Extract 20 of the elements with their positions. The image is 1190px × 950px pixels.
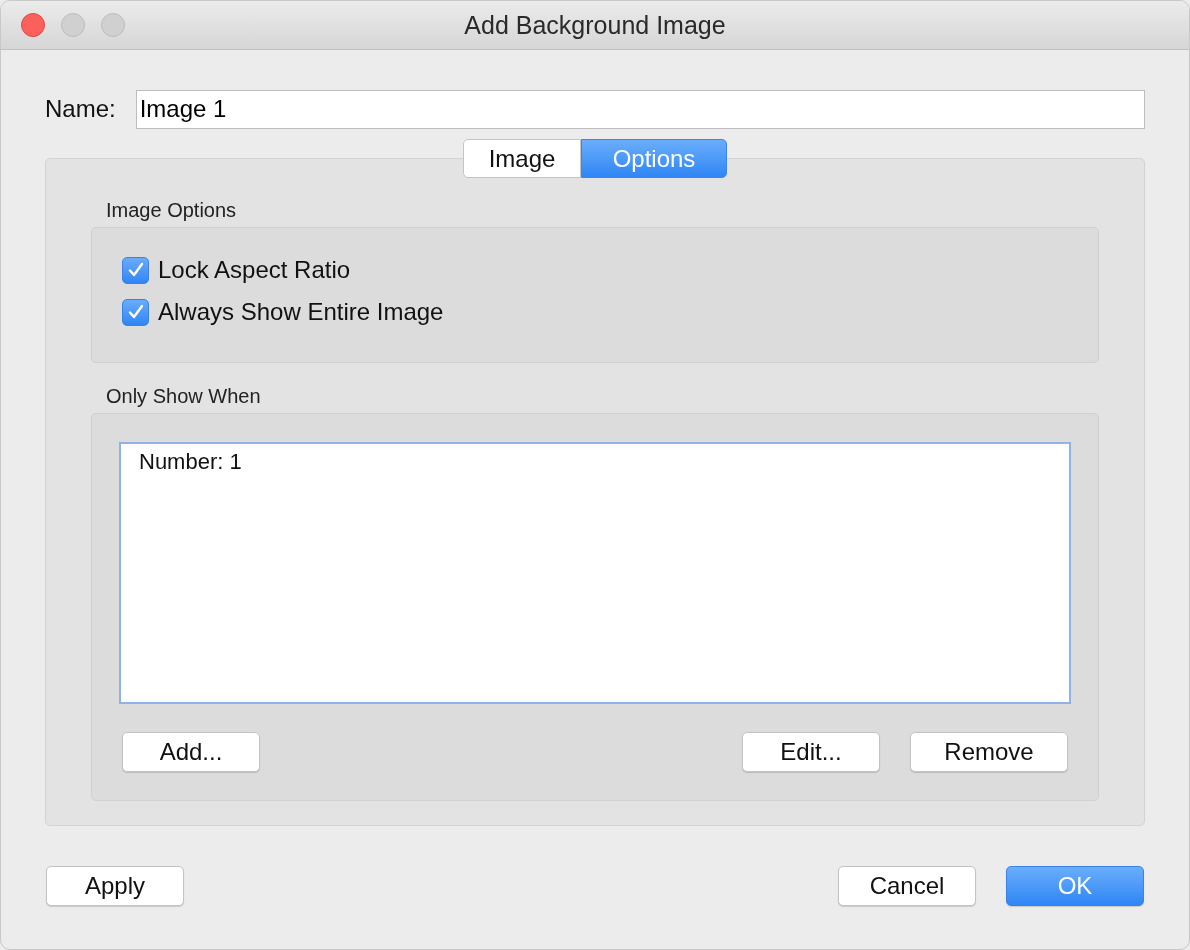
conditions-list[interactable]: Number: 1 [119, 442, 1071, 704]
checkbox-label: Always Show Entire Image [158, 298, 444, 326]
checkbox[interactable] [122, 298, 149, 326]
tab[interactable]: Image [463, 139, 581, 178]
edit-button[interactable]: Edit... [742, 732, 880, 772]
dialog-button[interactable]: Apply [46, 866, 184, 906]
remove-button[interactable]: Remove [910, 732, 1068, 772]
name-label: Name: [45, 95, 116, 123]
close-button[interactable] [21, 13, 45, 37]
list-item[interactable]: Number: 1 [139, 449, 1051, 475]
dialog-button[interactable]: Cancel [838, 866, 976, 906]
window-title: Add Background Image [464, 10, 726, 40]
section-title: Only Show When [106, 385, 262, 409]
section-title: Image Options [106, 199, 238, 223]
checkmark-icon [126, 303, 145, 321]
checkmark-icon [126, 261, 145, 279]
name-field[interactable]: Image 1 [135, 89, 1145, 129]
checkbox[interactable] [122, 256, 149, 284]
add-button[interactable]: Add... [122, 732, 260, 772]
checkbox-label: Lock Aspect Ratio [158, 256, 351, 284]
